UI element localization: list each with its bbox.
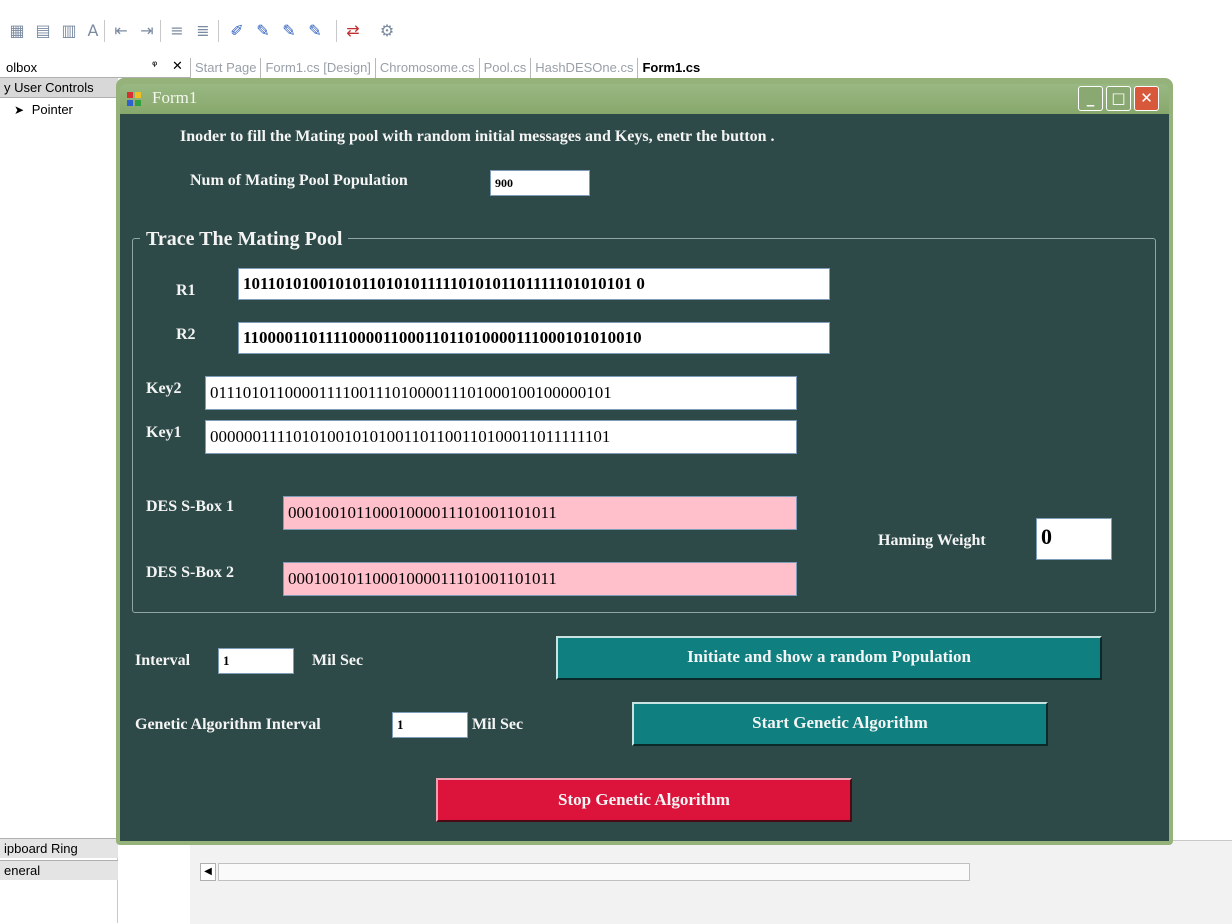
tab-form1-design[interactable]: Form1.cs [Design] — [260, 58, 374, 78]
tab-chromosome[interactable]: Chromosome.cs — [374, 58, 479, 78]
r1-label: R1 — [176, 282, 196, 299]
horizontal-scrollbar[interactable] — [218, 863, 970, 881]
align-icon[interactable]: ▤ — [34, 22, 52, 40]
key2-field[interactable]: 0111010110000111100111010000111010001001… — [205, 376, 797, 410]
bookmark-next-icon[interactable]: ✎ — [254, 22, 272, 40]
sbox2-label: DES S-Box 2 — [146, 564, 235, 581]
toolbox-item-pointer[interactable]: ➤ Pointer — [0, 100, 118, 120]
instruction-text: Inoder to fill the Mating pool with rand… — [180, 128, 775, 145]
population-input[interactable]: 900 — [490, 170, 590, 196]
uncomment-icon[interactable]: ≣ — [194, 22, 212, 40]
ga-interval-label: Genetic Algorithm Interval — [135, 716, 321, 733]
toolbox-title: olbox — [6, 60, 38, 75]
indent-icon[interactable]: ⇤ — [112, 22, 130, 40]
bookmark-clear-icon[interactable]: ✎ — [306, 22, 324, 40]
swap-icon[interactable]: ⇄ — [344, 22, 362, 40]
bookmark-prev-icon[interactable]: ✎ — [280, 22, 298, 40]
toolbox-section-user-controls[interactable]: y User Controls — [0, 78, 118, 98]
interval-label: Interval — [135, 652, 191, 669]
r2-field[interactable]: 1100001101111000011000110110100001110001… — [238, 322, 830, 354]
stop-ga-button[interactable]: Stop Genetic Algorithm — [436, 778, 852, 822]
app-icon — [127, 92, 141, 106]
comment-icon[interactable]: ≡ — [168, 22, 186, 40]
ga-interval-unit: Mil Sec — [472, 716, 524, 733]
hamming-label: Haming Weight — [878, 532, 986, 549]
population-label: Num of Mating Pool Population — [190, 172, 408, 189]
pointer-label: Pointer — [31, 102, 73, 117]
sbox1-label: DES S-Box 1 — [146, 498, 235, 515]
font-size-icon[interactable]: A — [84, 22, 102, 40]
editor-bottom-pane: ◀ — [190, 840, 1232, 924]
tab-hashdesone[interactable]: HashDESOne.cs — [530, 58, 637, 78]
sbox1-field[interactable]: 00010010110001000011101001101011 — [283, 496, 797, 530]
initiate-population-button[interactable]: Initiate and show a random Population — [556, 636, 1102, 680]
minimize-button[interactable]: _ — [1078, 86, 1103, 111]
key1-label: Key1 — [146, 424, 182, 441]
tab-form1-code[interactable]: Form1.cs — [637, 58, 704, 78]
document-tabs: Start Page Form1.cs [Design] Chromosome.cs… — [190, 58, 1232, 78]
spacing-icon[interactable]: ▥ — [60, 22, 78, 40]
close-icon[interactable]: ✕ — [172, 59, 183, 74]
ide-toolbar: ▦ ▤ ▥ A ⇤ ⇥ ≡ ≣ ✐ ✎ ✎ ✎ ⇄ ⚙ — [0, 0, 1232, 58]
toolbox-section-general[interactable]: eneral — [0, 860, 118, 880]
toolbox-panel: y User Controls ➤ Pointer ipboard Ring e… — [0, 78, 118, 923]
close-button[interactable]: ✕ — [1134, 86, 1159, 111]
maximize-button[interactable]: □ — [1106, 86, 1131, 111]
toolbox-header: olbox ᵠ ✕ — [0, 58, 190, 78]
pointer-icon: ➤ — [14, 103, 25, 117]
tab-pool[interactable]: Pool.cs — [478, 58, 531, 78]
window-title: Form1 — [152, 88, 198, 107]
pin-icon[interactable]: ᵠ — [152, 59, 157, 74]
outdent-icon[interactable]: ⇥ — [138, 22, 156, 40]
key1-field[interactable]: 0000001111010100101010011011001101000110… — [205, 420, 797, 454]
interval-unit: Mil Sec — [312, 652, 364, 669]
format-icon[interactable]: ▦ — [8, 22, 26, 40]
form-titlebar[interactable]: Form1 _ □ ✕ — [120, 84, 1169, 114]
ga-interval-input[interactable]: 1 — [392, 712, 468, 738]
toolbox-section-clipboard-ring[interactable]: ipboard Ring — [0, 838, 118, 858]
sbox2-field[interactable]: 00010010110001000011101001101011 — [283, 562, 797, 596]
bookmark-icon[interactable]: ✐ — [228, 22, 246, 40]
hamming-field[interactable]: 0 — [1036, 518, 1112, 560]
start-ga-button[interactable]: Start Genetic Algorithm — [632, 702, 1048, 746]
key2-label: Key2 — [146, 380, 182, 397]
tab-start-page[interactable]: Start Page — [190, 58, 260, 78]
interval-input[interactable]: 1 — [218, 648, 294, 674]
group-title: Trace The Mating Pool — [140, 228, 349, 251]
scroll-left-icon[interactable]: ◀ — [200, 863, 216, 881]
r1-field[interactable]: 1011010100101011010101111101010110111110… — [238, 268, 830, 300]
tools-icon[interactable]: ⚙ — [378, 22, 396, 40]
r2-label: R2 — [176, 326, 196, 343]
